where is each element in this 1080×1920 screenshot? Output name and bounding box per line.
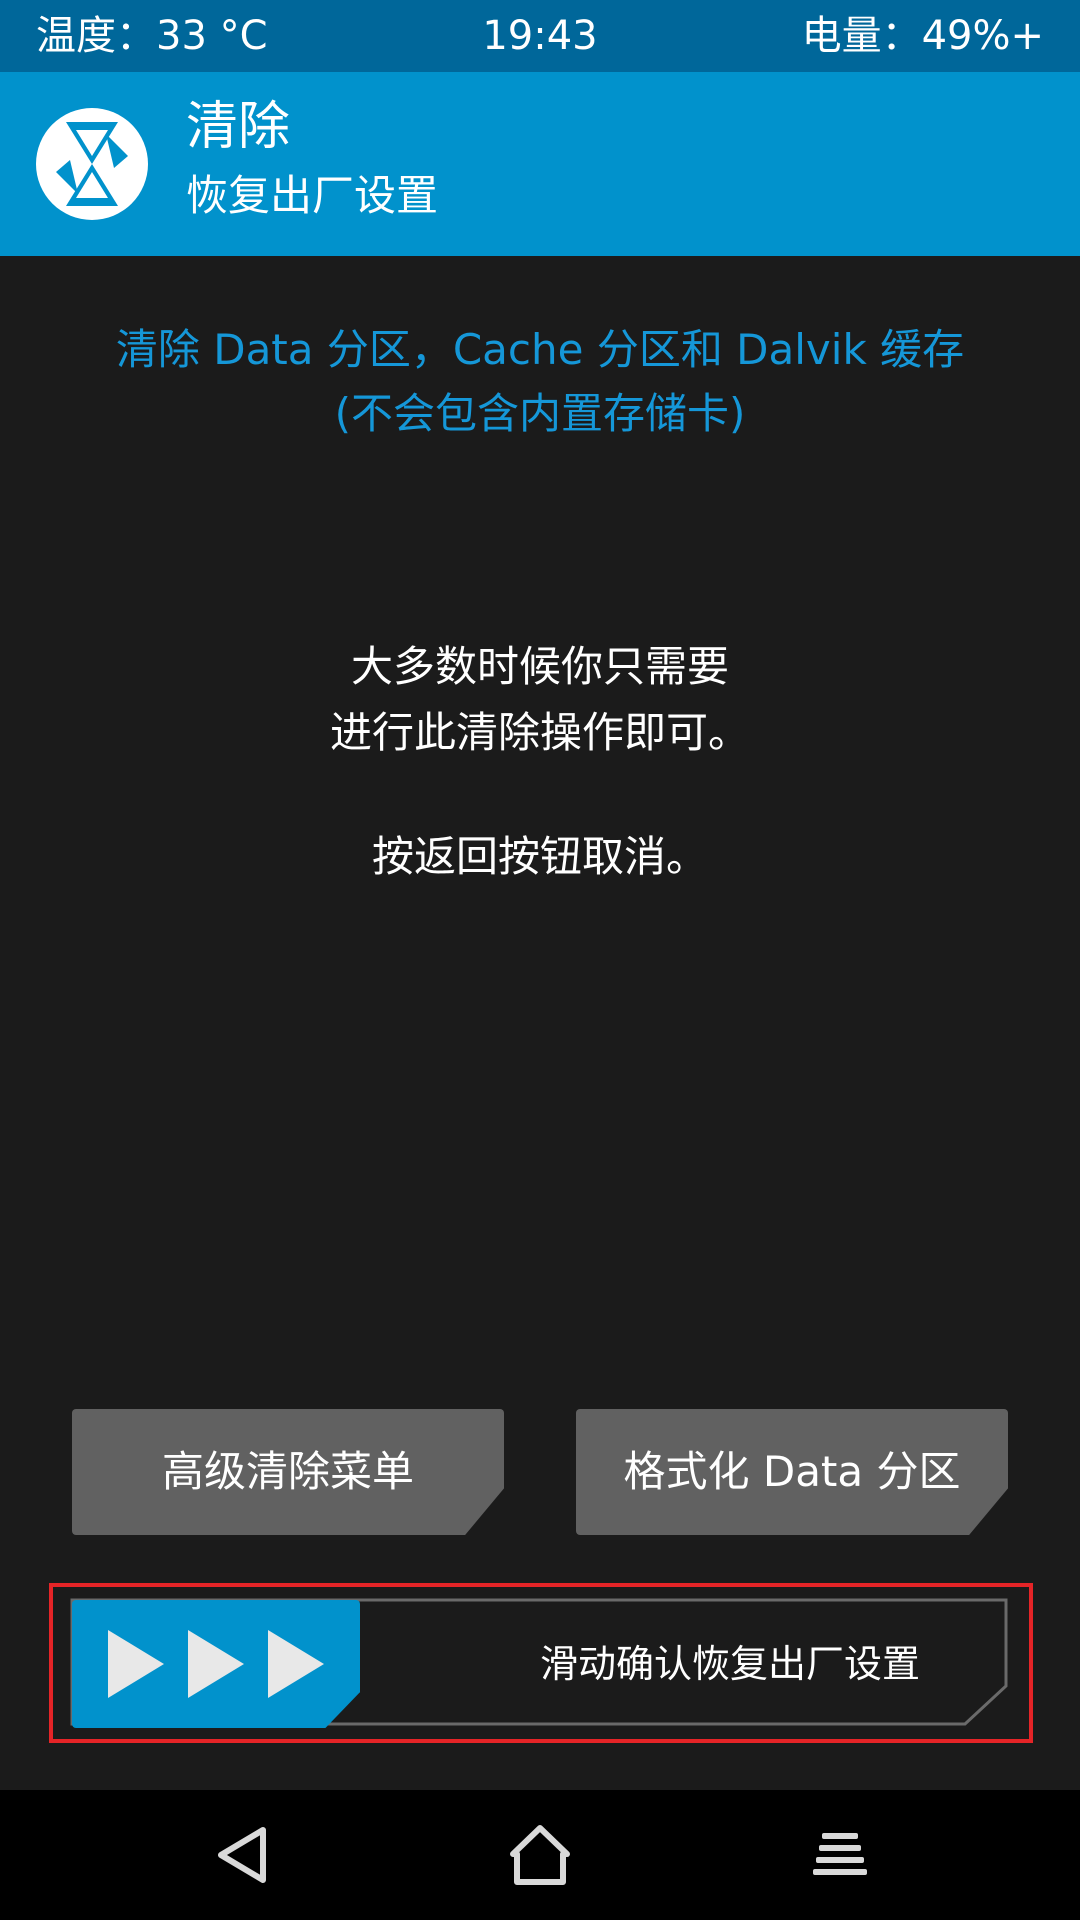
format-data-button[interactable]: 格式化 Data 分区 (576, 1409, 1008, 1535)
description-line: 清除 Data 分区，Cache 分区和 Dalvik 缓存 (115, 325, 965, 374)
triple-play-arrows-icon (104, 1626, 340, 1702)
header: 清除 恢复出厂设置 (0, 72, 1080, 256)
screen: 温度：33 °C 19:43 电量：49%+ 清除 恢复出厂设置 清除 Data… (0, 0, 1080, 1920)
back-triangle-icon[interactable] (207, 1820, 277, 1890)
advanced-wipe-button[interactable]: 高级清除菜单 (72, 1409, 504, 1535)
wipe-description: 清除 Data 分区，Cache 分区和 Dalvik 缓存 (不会包含内置存储… (60, 318, 1020, 446)
wipe-info: 大多数时候你只需要 进行此清除操作即可。 按返回按钮取消。 (0, 634, 1080, 890)
page-subtitle: 恢复出厂设置 (186, 171, 439, 220)
info-line: 进行此清除操作即可。 (329, 708, 750, 757)
menu-icon[interactable] (805, 1820, 875, 1890)
home-icon[interactable] (505, 1820, 575, 1890)
navigation-bar (0, 1790, 1080, 1920)
slider-label: 滑动确认恢复出厂设置 (540, 1642, 921, 1686)
twrp-logo-icon (36, 108, 148, 220)
page-title: 清除 (186, 97, 291, 157)
info-line: 大多数时候你只需要 (350, 642, 729, 691)
status-bar: 温度：33 °C 19:43 电量：49%+ (0, 0, 1080, 72)
description-line: (不会包含内置存储卡) (334, 389, 746, 438)
battery-readout: 电量：49%+ (801, 13, 1044, 59)
info-line: 按返回按钮取消。 (371, 832, 708, 881)
